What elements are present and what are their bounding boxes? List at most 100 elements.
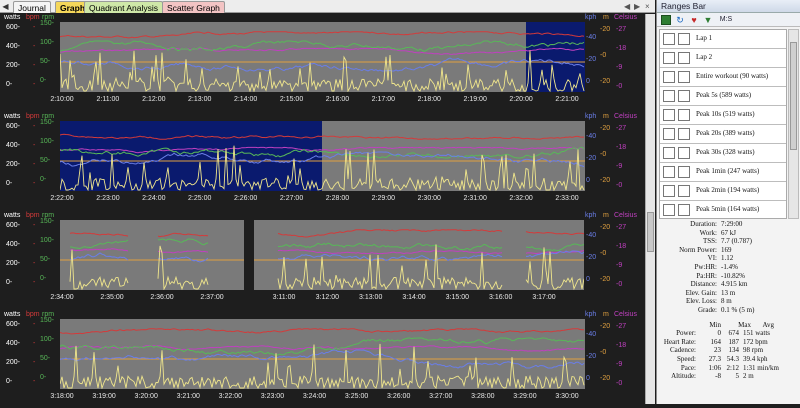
range-visible-checkbox[interactable] bbox=[678, 52, 690, 64]
time-format-toggle[interactable]: M:S bbox=[715, 15, 737, 25]
speed-tick: 0 bbox=[586, 375, 590, 382]
range-select-checkbox[interactable] bbox=[663, 90, 675, 102]
range-select-checkbox[interactable] bbox=[663, 33, 675, 45]
minmax-header-label: Min bbox=[709, 320, 721, 329]
watts-tick: 600- bbox=[6, 123, 21, 130]
plot-area[interactable] bbox=[60, 319, 585, 389]
ranges-list-scrollbar[interactable] bbox=[788, 29, 799, 219]
altitude-tick: -0 bbox=[600, 151, 607, 158]
celsius-tick: -27 bbox=[616, 125, 627, 132]
axis-label-bpm: bpm bbox=[26, 113, 40, 120]
tab-scroll-left-icon[interactable]: ◀ bbox=[1, 1, 10, 12]
altitude-tick: -20 bbox=[600, 26, 611, 33]
bpm-tick: - bbox=[33, 123, 36, 130]
refresh-icon[interactable]: ↻ bbox=[675, 15, 685, 25]
range-item[interactable]: Lap 2 bbox=[660, 49, 786, 68]
altitude-tick: -0 bbox=[600, 349, 607, 356]
range-visible-checkbox[interactable] bbox=[678, 204, 690, 216]
tab-journal[interactable]: Journal bbox=[13, 1, 51, 13]
time-tick: 3:23:00 bbox=[260, 393, 285, 400]
celsius-tick: -18 bbox=[616, 243, 627, 250]
range-item[interactable]: Peak 10s (519 watts) bbox=[660, 106, 786, 125]
range-visible-checkbox[interactable] bbox=[678, 33, 690, 45]
rpm-tick: 150- bbox=[40, 317, 55, 324]
minmax-row: Power: 0 674 151 watts bbox=[657, 329, 800, 338]
time-tick: 3:25:00 bbox=[344, 393, 369, 400]
range-select-checkbox[interactable] bbox=[663, 204, 675, 216]
time-tick: 2:12:00 bbox=[142, 96, 166, 103]
range-visible-checkbox[interactable] bbox=[678, 147, 690, 159]
time-tick: 2:34:00 bbox=[50, 294, 74, 301]
altitude-tick: -20 bbox=[600, 375, 611, 382]
minmax-row: Speed: 27.3 54.3 39.4 kph bbox=[657, 355, 800, 364]
time-tick: 2:16:00 bbox=[325, 96, 350, 103]
heart-icon[interactable]: ♥ bbox=[689, 15, 699, 25]
range-select-checkbox[interactable] bbox=[663, 185, 675, 197]
add-range-icon[interactable] bbox=[661, 15, 671, 25]
celsius-tick: -9 bbox=[616, 262, 623, 269]
close-tab-icon[interactable]: × bbox=[645, 1, 650, 12]
bpm-tick: - bbox=[33, 142, 36, 149]
tab-scroll-left-right-icon[interactable]: ◀ bbox=[624, 1, 630, 12]
plot-area-segment-b[interactable] bbox=[254, 220, 584, 290]
time-tick: 2:21:00 bbox=[555, 96, 579, 103]
range-item[interactable]: Lap 1 bbox=[660, 30, 786, 49]
celsius-tick: -18 bbox=[616, 144, 627, 151]
range-item[interactable]: Peak 5min (164 watts) bbox=[660, 201, 786, 218]
axis-label-celsius: Celsius bbox=[614, 311, 637, 318]
graph-view[interactable]: watts bpm rpm 600- -150- 400- -100- 200- -50- 0- -… bbox=[0, 14, 645, 404]
watts-tick: 200- bbox=[6, 62, 21, 69]
time-tick: 2:26:00 bbox=[233, 195, 258, 202]
range-select-checkbox[interactable] bbox=[663, 52, 675, 64]
range-select-checkbox[interactable] bbox=[663, 166, 675, 178]
range-visible-checkbox[interactable] bbox=[678, 71, 690, 83]
range-item[interactable]: Peak 5s (589 watts) bbox=[660, 87, 786, 106]
heart-rate-line bbox=[60, 328, 585, 335]
minmax-avg: 98 rpm bbox=[743, 346, 764, 355]
axis-label-watts: watts bbox=[4, 311, 21, 318]
range-visible-checkbox[interactable] bbox=[678, 109, 690, 121]
range-visible-checkbox[interactable] bbox=[678, 185, 690, 197]
range-item[interactable]: Peak 20s (389 watts) bbox=[660, 125, 786, 144]
plot-area-segment-a[interactable] bbox=[60, 220, 244, 290]
speed-tick: 0 bbox=[586, 177, 590, 184]
range-item[interactable]: Peak 2min (194 watts) bbox=[660, 182, 786, 201]
graph-panel-4: watts bpm rpm 600- -150- 400- -100- 200- -50- 0- -… bbox=[0, 311, 645, 408]
speed-tick: -20 bbox=[586, 56, 597, 63]
plot-area[interactable] bbox=[60, 121, 585, 191]
graph-scrollbar-thumb[interactable] bbox=[647, 212, 654, 252]
selected-range[interactable] bbox=[526, 22, 585, 92]
stat-label: Duration: bbox=[690, 220, 717, 228]
range-visible-checkbox[interactable] bbox=[678, 166, 690, 178]
range-select-checkbox[interactable] bbox=[663, 128, 675, 140]
power-line bbox=[69, 245, 209, 290]
range-select-checkbox[interactable] bbox=[663, 71, 675, 83]
range-select-checkbox[interactable] bbox=[663, 109, 675, 121]
celsius-tick: -0 bbox=[616, 182, 623, 189]
range-item-label: Peak 30s (328 watts) bbox=[696, 148, 755, 156]
stat-row: Elev. Gain: 13 m bbox=[657, 289, 800, 298]
range-item[interactable]: Entire workout (90 watts) bbox=[660, 68, 786, 87]
time-tick: 2:17:00 bbox=[371, 96, 396, 103]
time-tick: 2:33:00 bbox=[555, 195, 579, 202]
minmax-label: Cadence: bbox=[669, 346, 696, 355]
range-visible-checkbox[interactable] bbox=[678, 128, 690, 140]
peak-icon[interactable]: ▼ bbox=[703, 15, 713, 25]
heart-rate-line bbox=[69, 232, 209, 238]
range-item[interactable]: Peak 1min (247 watts) bbox=[660, 163, 786, 182]
tab-scatter-graph[interactable]: Scatter Graph bbox=[162, 1, 225, 13]
tab-quadrant-analysis[interactable]: Quadrant Analysis bbox=[84, 1, 163, 13]
heart-rate-line bbox=[277, 229, 584, 238]
range-item[interactable]: Peak 30s (328 watts) bbox=[660, 144, 786, 163]
time-tick: 2:30:00 bbox=[417, 195, 441, 202]
celsius-tick: -18 bbox=[616, 342, 627, 349]
ranges-scrollbar-thumb[interactable] bbox=[790, 42, 797, 150]
range-select-checkbox[interactable] bbox=[663, 147, 675, 159]
plot-area[interactable] bbox=[60, 22, 585, 92]
range-item-label: Entire workout (90 watts) bbox=[696, 72, 769, 80]
tab-scroll-right-icon[interactable]: ▶ bbox=[634, 1, 640, 12]
bpm-tick: - bbox=[33, 321, 36, 328]
range-visible-checkbox[interactable] bbox=[678, 90, 690, 102]
time-tick: 2:10:00 bbox=[50, 96, 74, 103]
graph-vertical-scrollbar[interactable] bbox=[645, 14, 655, 404]
